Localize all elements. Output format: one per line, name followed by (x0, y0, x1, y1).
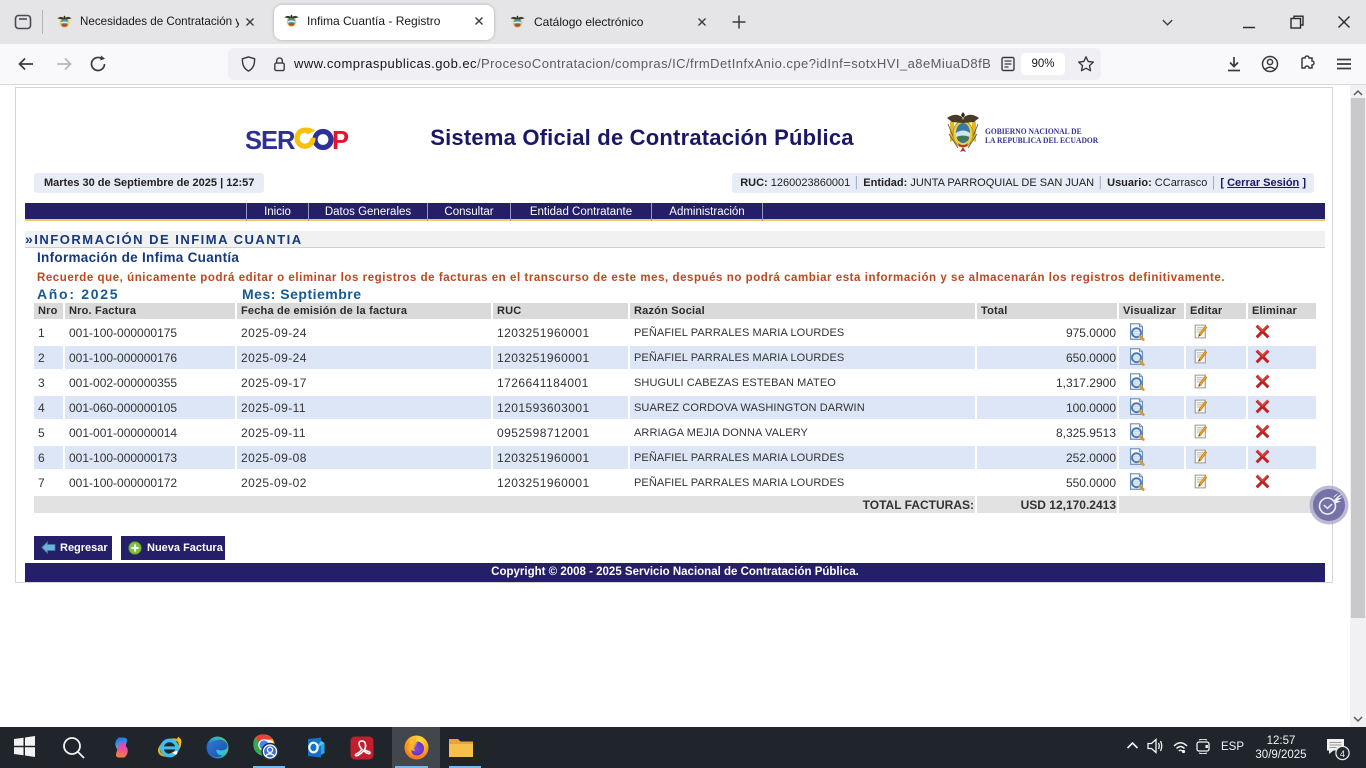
svg-text:SER: SER (246, 127, 295, 154)
svg-text:P: P (332, 127, 349, 154)
svg-text:4: 4 (1340, 749, 1345, 759)
